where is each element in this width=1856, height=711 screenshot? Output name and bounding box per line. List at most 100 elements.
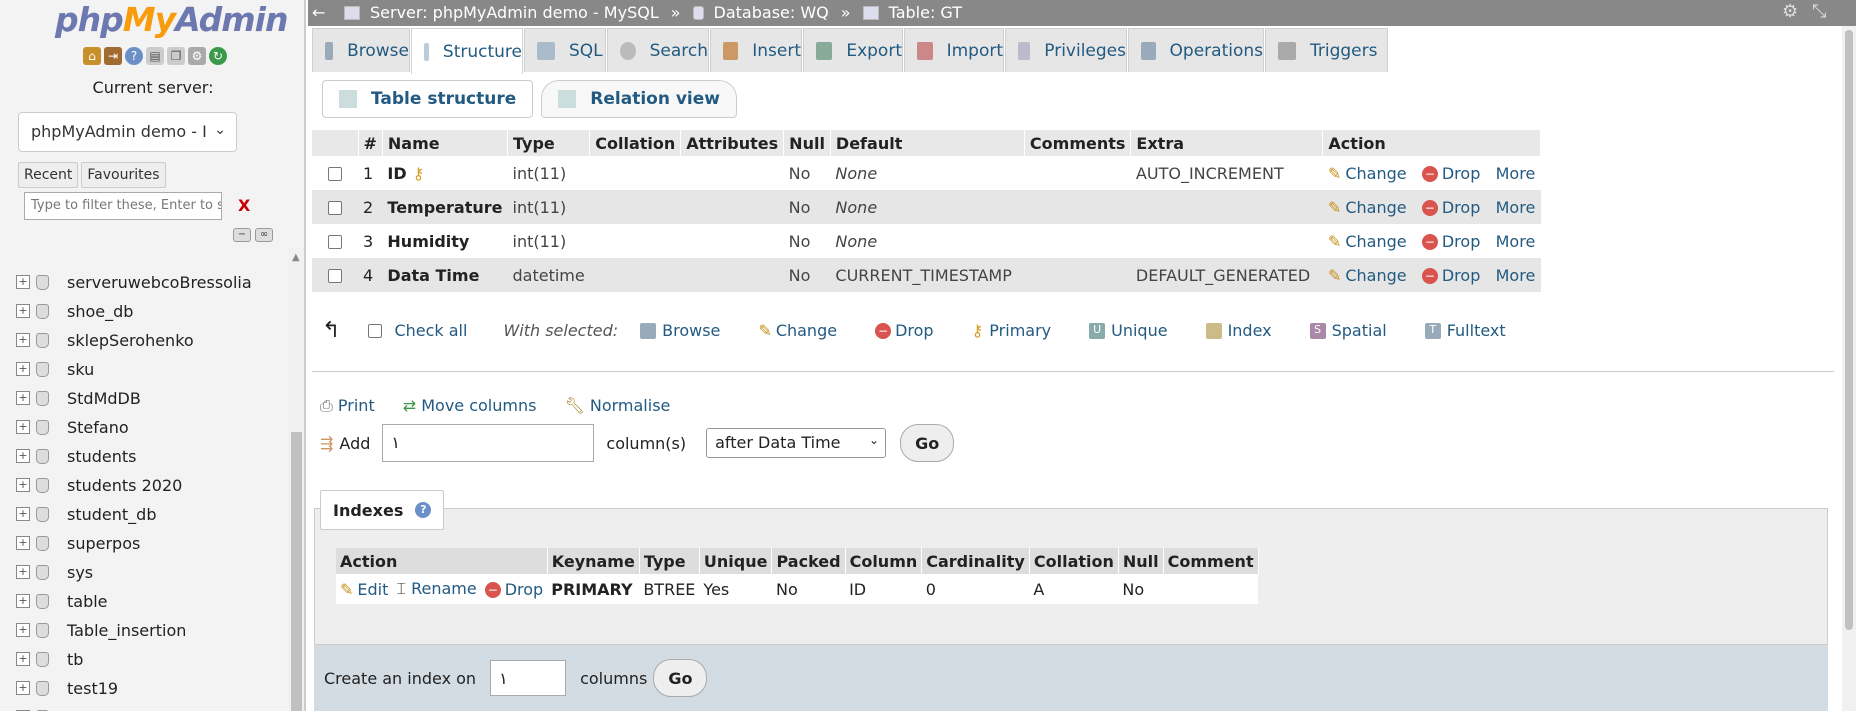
expand-icon[interactable]: + [16, 681, 30, 695]
database-item[interactable]: + Stefano [16, 415, 129, 439]
row-checkbox[interactable] [328, 269, 342, 283]
bulk-browse-button[interactable]: Browse [640, 321, 720, 340]
index-rename-button[interactable]: ⌶ Rename [396, 579, 476, 598]
column-header-extra[interactable]: Extra [1130, 130, 1324, 156]
back-arrow-icon[interactable]: ← [312, 3, 325, 22]
tab-search[interactable]: Search [607, 28, 709, 72]
help-icon[interactable]: ? [125, 47, 143, 65]
column-header-type[interactable]: Type [507, 130, 591, 156]
logout-icon[interactable]: ⇥ [104, 47, 122, 65]
copy-icon[interactable]: ❐ [167, 47, 185, 65]
database-item[interactable]: + students [16, 444, 137, 468]
database-item[interactable]: + shoe_db [16, 299, 133, 323]
tab-triggers[interactable]: Triggers [1265, 28, 1388, 72]
bulk-fulltext-button[interactable]: T Fulltext [1424, 321, 1506, 340]
clear-filter-button[interactable]: X [238, 196, 250, 215]
drop-button[interactable]: − Drop [1421, 266, 1480, 285]
add-go-button[interactable]: Go [900, 424, 955, 462]
tab-import[interactable]: Import [904, 28, 1004, 72]
bulk-primary-button[interactable]: ⚷ Primary [972, 321, 1052, 340]
main-scroll-thumb[interactable] [1845, 30, 1853, 630]
move-columns-link[interactable]: ⇄ Move columns [403, 396, 537, 416]
expand-icon[interactable]: + [16, 565, 30, 579]
tab-structure[interactable]: Structure [411, 28, 523, 74]
more-button[interactable]: More [1496, 198, 1536, 217]
tree-scrollbar[interactable]: ▲ [289, 248, 304, 711]
breadcrumb-table[interactable]: Table: GT [889, 3, 962, 22]
column-header-name[interactable]: Name [382, 130, 509, 156]
print-link[interactable]: ⎙ Print [320, 396, 375, 416]
more-button[interactable]: More [1496, 164, 1536, 183]
tab-operations[interactable]: Operations [1128, 28, 1264, 72]
expand-icon[interactable]: + [16, 449, 30, 463]
row-checkbox[interactable] [328, 235, 342, 249]
filter-input[interactable]: Type to filter these, Enter to search [24, 192, 222, 220]
tab-insert[interactable]: Insert [710, 28, 802, 72]
drop-button[interactable]: − Drop [1421, 232, 1480, 251]
expand-icon[interactable]: + [16, 478, 30, 492]
collapse-all-icon[interactable]: − [233, 228, 251, 242]
column-header-comments[interactable]: Comments [1024, 130, 1132, 156]
expand-icon[interactable]: + [16, 623, 30, 637]
index-edit-button[interactable]: ✎ Edit [340, 580, 388, 599]
column-header-collation[interactable]: Collation [589, 130, 682, 156]
expand-icon[interactable]: + [16, 594, 30, 608]
database-item[interactable]: + Table_insertion [16, 618, 186, 642]
database-item[interactable]: + serveruwebcoBressolia [16, 270, 252, 294]
favourites-tab[interactable]: Favourites [81, 162, 166, 188]
gear-icon[interactable]: ⚙ [188, 47, 206, 65]
change-button[interactable]: ✎ Change [1328, 266, 1407, 285]
column-header-default[interactable]: Default [830, 130, 1025, 156]
expand-icon[interactable]: + [16, 536, 30, 550]
expand-icon[interactable]: + [16, 652, 30, 666]
column-header-number[interactable]: # [358, 130, 383, 156]
expand-icon[interactable]: + [16, 391, 30, 405]
normalise-link[interactable]: 🔧︎ Normalise [564, 396, 670, 416]
expand-icon[interactable]: + [16, 507, 30, 521]
phpmyadmin-logo[interactable]: phpMyAdmin [55, 0, 288, 39]
database-item[interactable]: + sys [16, 560, 93, 584]
drop-button[interactable]: − Drop [1421, 164, 1480, 183]
row-checkbox[interactable] [328, 201, 342, 215]
database-item[interactable]: + StdMdDB [16, 386, 141, 410]
position-select[interactable]: after Data Time ⌄ [706, 428, 887, 458]
database-item[interactable]: + sku [16, 357, 94, 381]
check-all-checkbox[interactable] [368, 323, 383, 338]
more-button[interactable]: More [1496, 232, 1536, 251]
database-item[interactable]: + tb [16, 647, 83, 671]
recent-tab[interactable]: Recent [18, 162, 79, 188]
expand-icon[interactable]: + [16, 333, 30, 347]
database-item[interactable]: + sklepSerohenko [16, 328, 194, 352]
bulk-index-button[interactable]: Index [1205, 321, 1272, 340]
breadcrumb-server[interactable]: Server: phpMyAdmin demo - MySQL [370, 3, 659, 22]
change-button[interactable]: ✎ Change [1328, 198, 1407, 217]
settings-gear-icon[interactable]: ⚙ [1782, 1, 1798, 22]
drop-button[interactable]: − Drop [1421, 198, 1480, 217]
subtab-table-structure[interactable]: Table structure [322, 80, 534, 118]
column-header-attributes[interactable]: Attributes [680, 130, 785, 156]
change-button[interactable]: ✎ Change [1328, 164, 1407, 183]
server-select[interactable]: phpMyAdmin demo - I ⌄ [18, 112, 237, 152]
reload-icon[interactable]: ↻ [209, 47, 227, 65]
column-header-null[interactable]: Null [783, 130, 831, 156]
tab-privileges[interactable]: Privileges [1005, 28, 1127, 72]
database-item[interactable]: + test19 [16, 676, 118, 700]
more-button[interactable]: More [1496, 266, 1536, 285]
bulk-unique-button[interactable]: U Unique [1089, 321, 1168, 340]
expand-icon[interactable]: + [16, 275, 30, 289]
database-item[interactable]: + student_db [16, 502, 156, 526]
bulk-change-button[interactable]: ✎ Change [758, 321, 837, 340]
scroll-thumb[interactable] [291, 432, 302, 711]
create-index-count-input[interactable]: ١ [490, 660, 567, 696]
tab-export[interactable]: Export [803, 28, 903, 72]
link-icon[interactable]: ∞ [255, 228, 273, 242]
check-all-label[interactable]: Check all [394, 321, 467, 340]
database-item[interactable]: + students 2020 [16, 473, 182, 497]
scroll-up-icon[interactable]: ▲ [292, 252, 300, 263]
breadcrumb-database[interactable]: Database: WQ [714, 3, 829, 22]
help-icon[interactable]: ? [415, 502, 432, 518]
database-item[interactable]: +teste_teste [16, 705, 156, 711]
row-checkbox[interactable] [328, 167, 342, 181]
database-item[interactable]: + superpos [16, 531, 140, 555]
tab-sql[interactable]: SQL [524, 28, 606, 72]
